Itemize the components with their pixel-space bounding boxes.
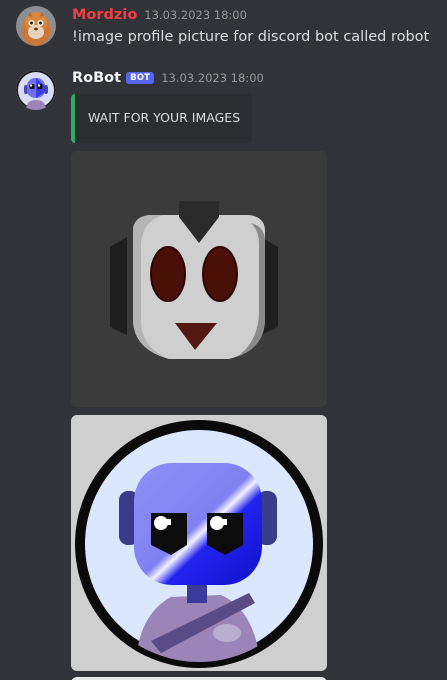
chat-area: Mordzio 13.03.2023 18:00 !image profile … bbox=[0, 0, 447, 680]
bot-embed: WAIT FOR YOUR IMAGES bbox=[71, 94, 252, 143]
author-name[interactable]: Mordzio bbox=[72, 7, 137, 23]
message-timestamp[interactable]: 13.03.2023 18:00 bbox=[144, 8, 247, 22]
author-name[interactable]: RoBot bbox=[72, 70, 121, 86]
embed-description: WAIT FOR YOUR IMAGES bbox=[88, 110, 241, 125]
avatar-robot[interactable] bbox=[16, 70, 56, 110]
message-timestamp[interactable]: 13.03.2023 18:00 bbox=[161, 71, 264, 85]
avatar-mordzio[interactable] bbox=[16, 6, 56, 46]
message-text: !image profile picture for discord bot c… bbox=[72, 29, 430, 45]
bot-tag: BOT bbox=[126, 72, 155, 84]
image-attachment-1[interactable] bbox=[71, 151, 327, 407]
image-attachment-2[interactable] bbox=[71, 415, 327, 671]
message-mordzio: Mordzio 13.03.2023 18:00 !image profile … bbox=[0, 0, 447, 60]
